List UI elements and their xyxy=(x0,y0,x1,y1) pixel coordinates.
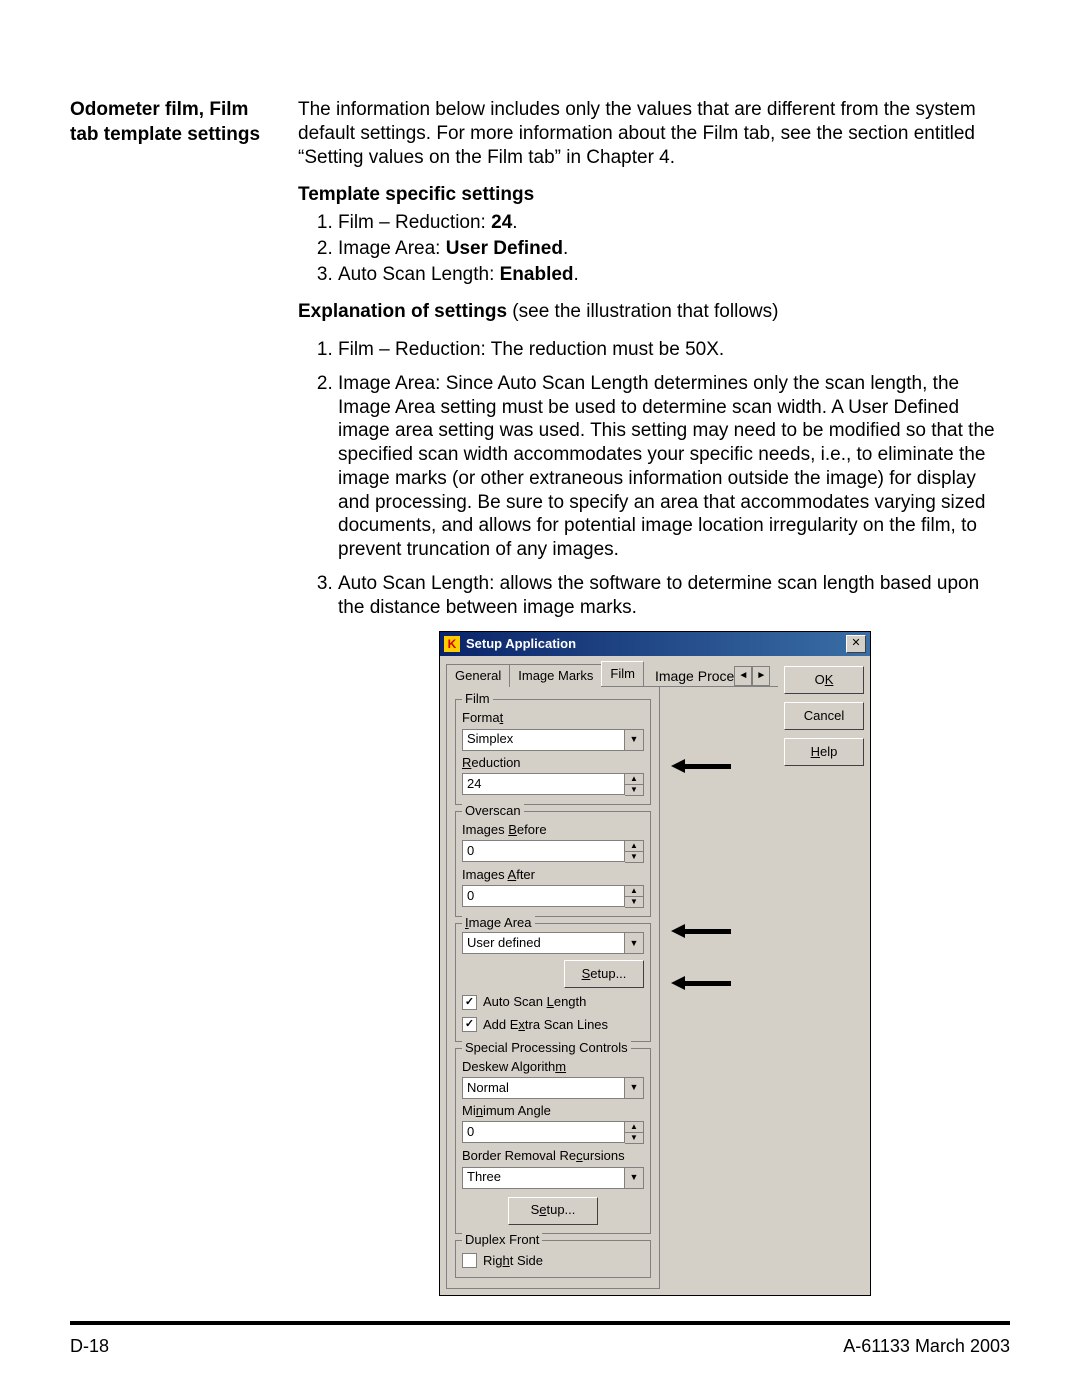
reduction-spinner[interactable]: ▲▼ xyxy=(625,773,644,796)
min-angle-input[interactable]: 0 xyxy=(462,1121,625,1143)
tab-film[interactable]: Film xyxy=(601,661,644,686)
min-angle-label: Minimum Angle xyxy=(462,1103,644,1119)
dialog-title: Setup Application xyxy=(466,636,846,652)
tab-scroll-left[interactable]: ◄ xyxy=(734,666,752,686)
arrow-icon xyxy=(671,924,731,938)
images-before-input[interactable]: 0 xyxy=(462,840,625,862)
reduction-label: Reduction xyxy=(462,755,644,771)
cancel-button[interactable]: Cancel xyxy=(784,702,864,730)
tab-truncated[interactable]: Image Proce xyxy=(655,668,734,686)
checkbox-icon xyxy=(462,1253,477,1268)
chevron-down-icon[interactable]: ▼ xyxy=(624,933,643,953)
arrow-icon xyxy=(671,976,731,990)
images-after-spinner[interactable]: ▲▼ xyxy=(625,885,644,908)
ok-button[interactable]: OK xyxy=(784,666,864,694)
images-after-input[interactable]: 0 xyxy=(462,885,625,907)
border-removal-combo[interactable]: Three ▼ xyxy=(462,1167,644,1189)
checkbox-icon: ✓ xyxy=(462,995,477,1010)
chevron-down-icon[interactable]: ▼ xyxy=(624,1168,643,1188)
images-before-spinner[interactable]: ▲▼ xyxy=(625,840,644,863)
images-after-label: Images After xyxy=(462,867,644,883)
dialog-titlebar[interactable]: K Setup Application ✕ xyxy=(440,632,870,656)
image-area-combo[interactable]: User defined ▼ xyxy=(462,932,644,954)
template-settings-list: Film – Reduction: 24. Image Area: User D… xyxy=(298,211,1010,286)
film-group: Film Format Simplex ▼ Reduction xyxy=(455,699,651,805)
auto-scan-length-checkbox[interactable]: ✓ Auto Scan Length xyxy=(462,994,644,1010)
image-area-setup-button[interactable]: Setup... xyxy=(564,960,644,988)
setting-image-area: Image Area: User Defined. xyxy=(338,237,1010,261)
explanation-2: Image Area: Since Auto Scan Length deter… xyxy=(338,372,1010,562)
template-specific-heading: Template specific settings xyxy=(298,183,1010,207)
footer-doc-id: A-61133 March 2003 xyxy=(843,1336,1010,1357)
tab-scroll-right[interactable]: ► xyxy=(752,666,770,686)
checkbox-icon: ✓ xyxy=(462,1017,477,1032)
explanation-1: Film – Reduction: The reduction must be … xyxy=(338,338,1010,362)
section-title: Odometer film, Film tab template setting… xyxy=(70,98,280,147)
app-icon: K xyxy=(444,636,460,652)
film-tab-page: Film Format Simplex ▼ Reduction xyxy=(446,687,660,1289)
arrow-icon xyxy=(671,759,731,773)
image-area-group: Image Area User defined ▼ Setup... xyxy=(455,923,651,1042)
tab-general[interactable]: General xyxy=(446,664,510,687)
format-label: Format xyxy=(462,710,644,726)
chevron-down-icon[interactable]: ▼ xyxy=(624,1078,643,1098)
setting-auto-scan-length: Auto Scan Length: Enabled. xyxy=(338,263,1010,287)
explanation-list: Film – Reduction: The reduction must be … xyxy=(298,338,1010,619)
setup-application-dialog: K Setup Application ✕ General Image Mark… xyxy=(439,631,871,1296)
help-button[interactable]: Help xyxy=(784,738,864,766)
add-extra-scan-lines-checkbox[interactable]: ✓ Add Extra Scan Lines xyxy=(462,1017,644,1033)
footer-rule xyxy=(70,1321,1010,1325)
chevron-down-icon[interactable]: ▼ xyxy=(624,730,643,750)
images-before-label: Images Before xyxy=(462,822,644,838)
special-processing-group: Special Processing Controls Deskew Algor… xyxy=(455,1048,651,1234)
intro-paragraph: The information below includes only the … xyxy=(298,98,1010,169)
footer-page-number: D-18 xyxy=(70,1336,109,1357)
deskew-combo[interactable]: Normal ▼ xyxy=(462,1077,644,1099)
spc-setup-button[interactable]: Setup... xyxy=(508,1197,598,1225)
close-button[interactable]: ✕ xyxy=(846,635,866,653)
explanation-3: Auto Scan Length: allows the software to… xyxy=(338,572,1010,620)
deskew-label: Deskew Algorithm xyxy=(462,1059,644,1075)
format-combo[interactable]: Simplex ▼ xyxy=(462,729,644,751)
explanation-heading-line: Explanation of settings (see the illustr… xyxy=(298,300,1010,324)
border-removal-label: Border Removal Recursions xyxy=(462,1148,644,1164)
tab-image-marks[interactable]: Image Marks xyxy=(509,664,602,687)
min-angle-spinner[interactable]: ▲▼ xyxy=(625,1121,644,1144)
duplex-front-group: Duplex Front Right Side xyxy=(455,1240,651,1278)
setting-film-reduction: Film – Reduction: 24. xyxy=(338,211,1010,235)
overscan-group: Overscan Images Before 0 ▲▼ Images After xyxy=(455,811,651,918)
reduction-input[interactable]: 24 xyxy=(462,773,625,795)
right-side-checkbox[interactable]: Right Side xyxy=(462,1253,644,1269)
tab-strip: General Image Marks Film Image Proce ◄ ► xyxy=(446,662,778,687)
